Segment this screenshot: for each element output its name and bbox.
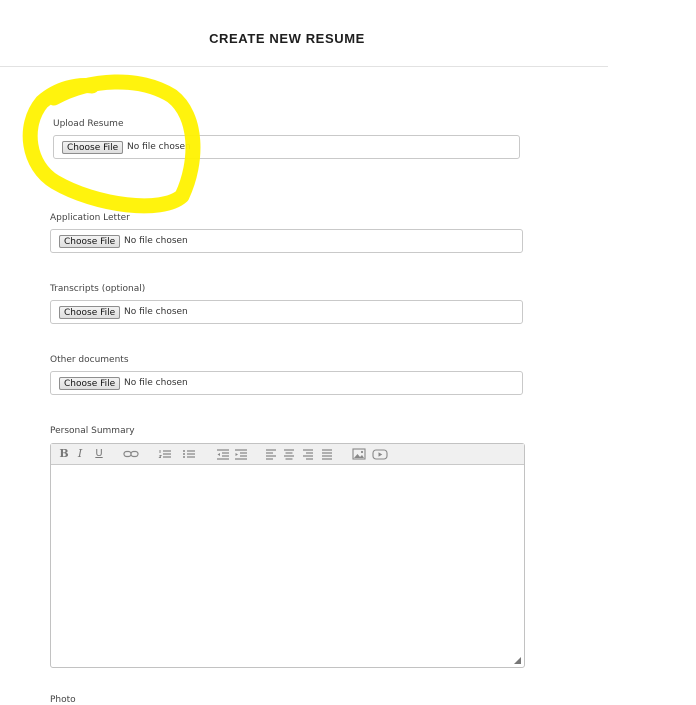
align-center-icon[interactable] [283,447,295,461]
unordered-list-icon[interactable] [182,447,196,461]
indent-icon[interactable] [234,447,248,461]
align-left-icon[interactable] [265,447,277,461]
underline-button[interactable]: U [94,447,104,461]
outdent-icon[interactable] [216,447,230,461]
transcripts-label: Transcripts (optional) [50,284,146,294]
application-letter-status: No file chosen [124,236,188,246]
italic-button[interactable]: I [75,447,85,461]
page-title: CREATE NEW RESUME [209,31,365,46]
upload-resume-field[interactable]: Choose File No file chosen [53,135,520,159]
transcripts-status: No file chosen [124,307,188,317]
upload-resume-choose-button[interactable]: Choose File [62,141,124,154]
header-divider [0,66,608,67]
application-letter-label: Application Letter [50,213,130,223]
upload-resume-status: No file chosen [127,142,191,152]
transcripts-choose-button[interactable]: Choose File [59,306,121,319]
resize-handle-icon[interactable] [514,657,521,664]
link-icon[interactable] [123,447,139,461]
other-documents-status: No file chosen [124,378,188,388]
align-right-icon[interactable] [302,447,314,461]
personal-summary-editor[interactable]: B I U [50,443,525,668]
image-icon[interactable] [352,447,366,461]
application-letter-choose-button[interactable]: Choose File [59,235,121,248]
editor-toolbar: B I U [51,444,524,465]
personal-summary-label: Personal Summary [50,426,135,436]
other-documents-field[interactable]: Choose File No file chosen [50,371,523,395]
other-documents-choose-button[interactable]: Choose File [59,377,121,390]
bold-button[interactable]: B [58,447,70,461]
application-letter-field[interactable]: Choose File No file chosen [50,229,523,253]
other-documents-label: Other documents [50,355,129,365]
upload-resume-label: Upload Resume [53,119,124,129]
personal-summary-textarea[interactable] [51,465,524,667]
transcripts-field[interactable]: Choose File No file chosen [50,300,523,324]
video-icon[interactable] [372,447,388,461]
align-justify-icon[interactable] [321,447,333,461]
photo-label: Photo [50,695,76,705]
ordered-list-icon[interactable] [158,447,172,461]
